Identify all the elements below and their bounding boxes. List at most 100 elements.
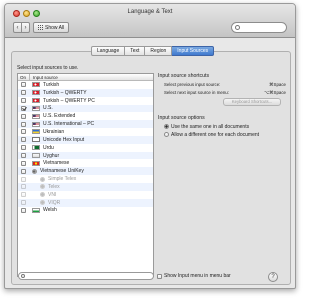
enable-checkbox[interactable] — [21, 200, 26, 206]
list-item[interactable]: Turkish – QWERTY — [18, 88, 153, 97]
enable-checkbox[interactable] — [21, 168, 26, 174]
show-input-menu-checkbox[interactable] — [157, 273, 162, 279]
pakistan-flag — [32, 145, 40, 151]
list-item[interactable]: Uyghur — [18, 151, 153, 160]
tab-input-sources[interactable]: Input Sources — [172, 46, 215, 56]
list-item[interactable]: ▼ Vietnamese UniKey — [18, 167, 153, 176]
next-source-shortcut: Select next input source in menu: ⌥⌘Spac… — [164, 90, 286, 96]
list-item[interactable]: U.S. Extended — [18, 112, 153, 120]
next-source-key: ⌥⌘Space — [264, 89, 286, 95]
enable-checkbox[interactable] — [21, 105, 26, 111]
input-source-name: Ukrainian — [43, 128, 65, 135]
list-item[interactable]: Ukrainian — [18, 128, 153, 136]
tab-region[interactable]: Region — [145, 46, 173, 56]
tab-text[interactable]: Text — [125, 46, 146, 56]
us-flag — [32, 113, 40, 119]
input-source-name: Turkish – QWERTY PC — [43, 97, 95, 104]
search-icon — [235, 25, 240, 30]
list-item[interactable]: Simple Telex — [18, 175, 153, 183]
us-flag — [32, 105, 40, 111]
enable-checkbox[interactable] — [21, 121, 26, 127]
list-item[interactable]: Turkish – QWERTY PC — [18, 97, 153, 105]
column-header-input-source[interactable]: Input source — [30, 74, 153, 80]
previous-source-label: Select previous input source: — [164, 82, 221, 87]
turkish-flag — [32, 98, 40, 104]
enable-checkbox[interactable] — [21, 153, 26, 159]
previous-source-shortcut: Select previous input source: ⌘Space — [164, 82, 286, 88]
enable-checkbox[interactable] — [21, 137, 26, 143]
enable-checkbox[interactable] — [21, 207, 26, 213]
ukraine-flag — [32, 129, 40, 135]
list-item[interactable]: Unicode Hex Input — [18, 135, 153, 144]
list-item[interactable]: VIQR — [18, 198, 153, 207]
disclosure-triangle-icon[interactable]: ▼ — [32, 169, 36, 174]
list-item[interactable]: Turkish — [18, 81, 153, 89]
us-flag — [32, 121, 40, 127]
enable-checkbox[interactable] — [21, 192, 26, 198]
input-source-name: U.S. Extended — [43, 113, 76, 120]
title-bar: Language & Text ‹ › Show All — [5, 4, 295, 38]
enable-checkbox[interactable] — [21, 113, 26, 119]
help-button[interactable]: ? — [268, 272, 278, 282]
list-item[interactable]: VNI — [18, 191, 153, 199]
list-item[interactable]: Telex — [18, 182, 153, 191]
chevron-left-icon: ‹ — [16, 24, 19, 31]
enable-checkbox[interactable] — [21, 129, 26, 135]
enable-checkbox[interactable] — [21, 184, 26, 190]
enable-checkbox[interactable] — [21, 98, 26, 104]
sub-icon — [40, 200, 45, 206]
turkish-flag — [32, 82, 40, 88]
same-source-radio[interactable] — [164, 124, 169, 129]
input-source-list[interactable]: On Input source Turkish Turkish – QWERTY T… — [17, 73, 154, 277]
forward-button[interactable]: › — [21, 22, 30, 33]
keyboard-shortcuts-button[interactable]: Keyboard Shortcuts... — [223, 97, 281, 106]
tab-language[interactable]: Language — [91, 46, 126, 56]
input-sources-prompt: Select input sources to use. — [17, 65, 79, 71]
vietnam-flag — [32, 160, 40, 166]
list-item[interactable]: U.S. — [18, 104, 153, 113]
preferences-search-input[interactable] — [231, 22, 287, 33]
list-item[interactable]: Welsh — [18, 207, 153, 215]
enable-checkbox[interactable] — [21, 82, 26, 88]
input-source-name: U.S. — [43, 105, 53, 112]
input-source-name: VNI — [48, 191, 57, 198]
same-source-option[interactable]: Use the same one in all documents — [164, 124, 286, 130]
input-source-name: Unicode Hex Input — [43, 136, 85, 143]
search-icon — [21, 274, 25, 278]
input-source-name: VIQR — [48, 199, 61, 206]
input-source-name: Telex — [48, 183, 60, 190]
list-header: On Input source — [18, 74, 153, 81]
sub-icon — [40, 184, 45, 190]
input-source-name: Uyghur — [43, 152, 60, 159]
different-source-option[interactable]: Allow a different one for each document — [164, 132, 286, 138]
grid-icon — [38, 25, 43, 30]
input-source-name: Vietnamese UniKey — [40, 168, 84, 175]
input-source-name: Vietnamese — [43, 160, 70, 167]
options-title: Input source options — [158, 114, 205, 121]
input-sources-panel: Select input sources to use. On Input so… — [11, 51, 291, 285]
list-item[interactable]: U.S. International – PC — [18, 120, 153, 129]
input-source-name: Welsh — [43, 207, 57, 214]
unicode-icon — [32, 137, 40, 143]
enable-checkbox[interactable] — [21, 176, 26, 182]
show-all-label: Show All — [45, 24, 65, 31]
sub-icon — [40, 192, 45, 198]
input-source-search-field[interactable] — [18, 272, 154, 280]
enable-checkbox[interactable] — [21, 90, 26, 96]
list-item[interactable]: Vietnamese — [18, 159, 153, 167]
different-source-radio[interactable] — [164, 132, 169, 137]
enable-checkbox[interactable] — [21, 160, 26, 166]
column-header-on[interactable]: On — [18, 74, 30, 80]
window-title: Language & Text — [127, 9, 173, 15]
next-source-label: Select next input source in menu: — [164, 89, 229, 95]
enable-checkbox[interactable] — [21, 145, 26, 151]
show-input-menu-option[interactable]: Show Input menu in menu bar — [157, 273, 231, 279]
different-source-label: Allow a different one for each document — [171, 131, 260, 138]
show-input-menu-label: Show Input menu in menu bar — [164, 273, 231, 279]
list-rows: Turkish Turkish – QWERTY Turkish – QWERTY … — [18, 81, 153, 214]
show-all-button[interactable]: Show All — [33, 22, 70, 33]
list-item[interactable]: Urdu — [18, 144, 153, 152]
tab-bar: Language Text Region Input Sources — [91, 46, 215, 56]
input-source-name: Simple Telex — [48, 176, 77, 183]
input-source-name: Turkish — [43, 81, 60, 88]
